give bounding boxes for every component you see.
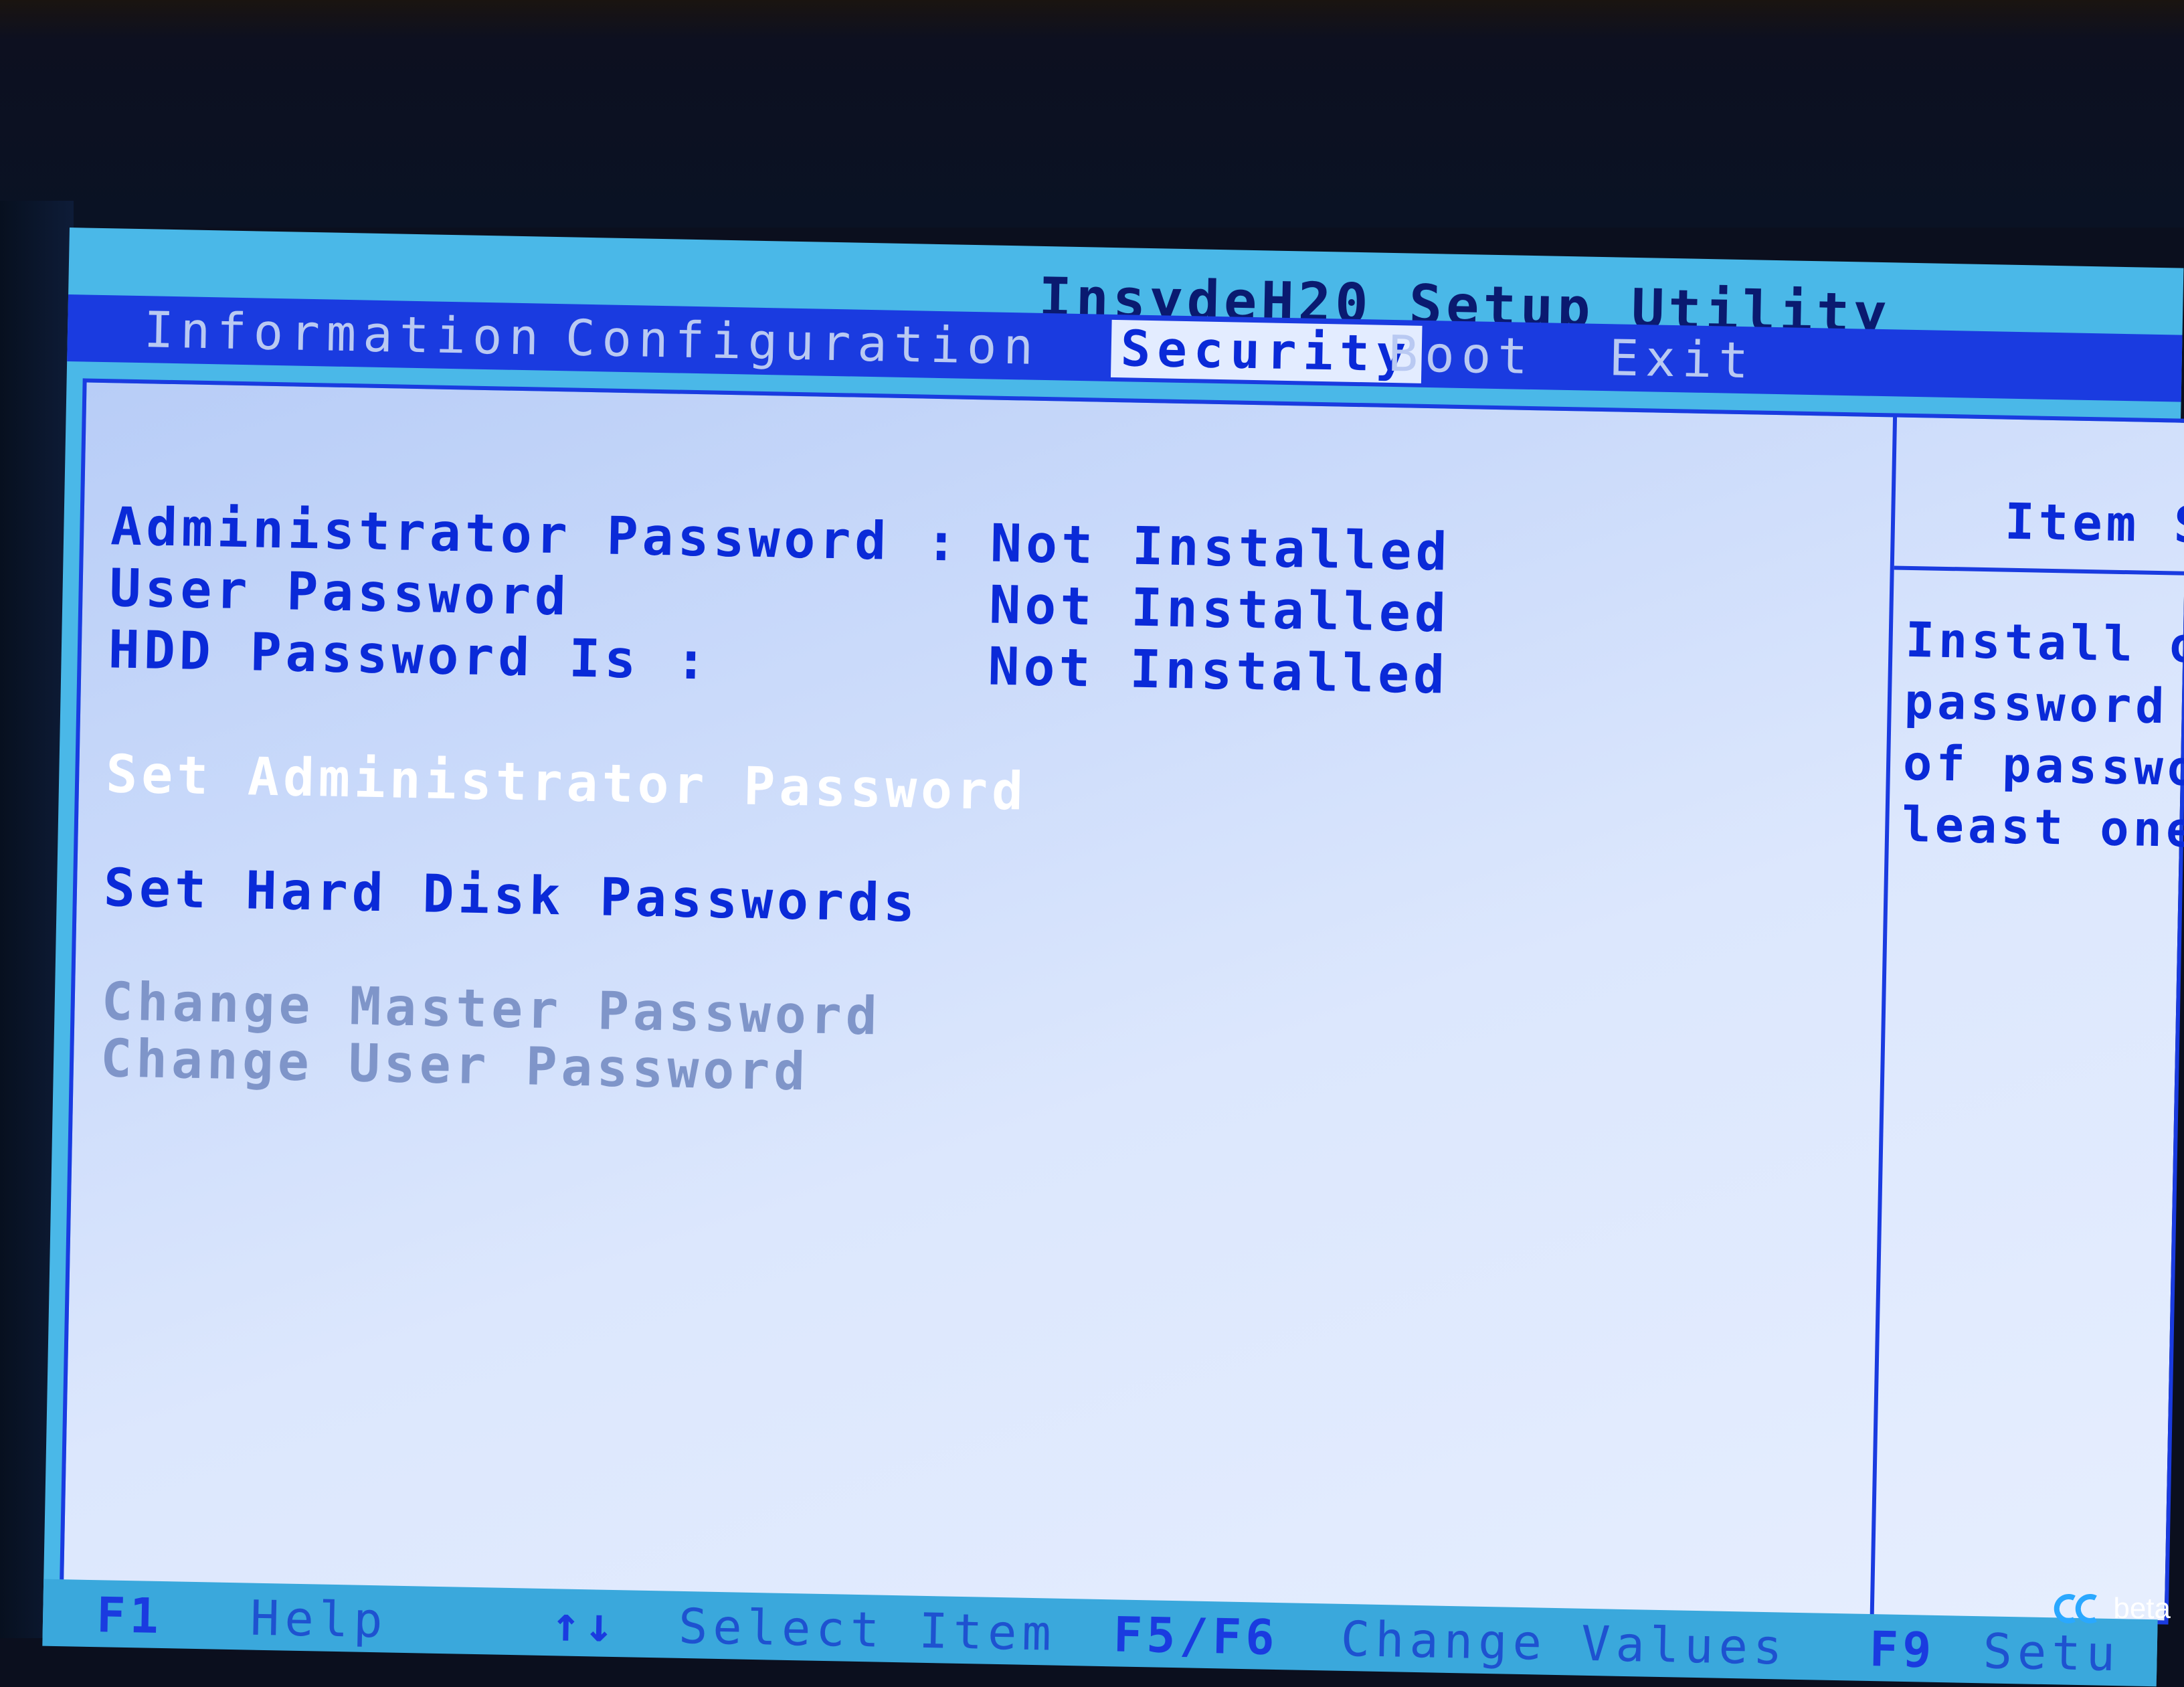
admin-password-value: Not Installed xyxy=(990,513,1452,583)
monitor-bezel-top xyxy=(0,0,2184,228)
hdd-password-value: Not Installed xyxy=(987,636,1449,706)
key-f9: F9 xyxy=(1868,1621,1936,1678)
help-panel-divider xyxy=(1870,417,1898,1615)
set-hard-disk-passwords-item[interactable]: Set Hard Disk Passwords xyxy=(103,858,919,934)
help-line: Install o xyxy=(1904,611,2184,674)
key-f1-desc: Help xyxy=(250,1589,389,1649)
key-arrows: ↑↓ xyxy=(551,1595,618,1654)
item-help-title: Item S xyxy=(2004,493,2184,555)
watermark: beta xyxy=(2052,1589,2171,1629)
tab-security[interactable]: Security xyxy=(1110,319,1423,383)
bios-screen: InsydeH20 Setup Utility Information Conf… xyxy=(42,228,2184,1687)
tab-exit[interactable]: Exit xyxy=(1599,329,1765,390)
key-f9-desc: Setu xyxy=(1982,1623,2121,1682)
user-password-value: Not Installed xyxy=(988,575,1451,644)
help-line: password xyxy=(1904,673,2169,735)
security-panel: Administrator Password : Not Installed U… xyxy=(60,378,2184,1625)
watermark-text: beta xyxy=(2113,1592,2171,1625)
cc-logo-icon xyxy=(2054,1594,2098,1623)
help-line: least one xyxy=(1901,796,2184,859)
help-header-divider xyxy=(1894,565,2184,575)
hdd-password-label: HDD Password Is : xyxy=(108,620,711,692)
user-password-label: User Password xyxy=(108,558,571,628)
tab-boot[interactable]: Boot xyxy=(1378,325,1544,386)
tab-information[interactable]: Information xyxy=(134,301,555,367)
key-f5-f6-desc: Change Values xyxy=(1340,1610,1789,1676)
set-admin-password-item[interactable]: Set Administrator Password xyxy=(105,744,1027,822)
tab-configuration[interactable]: Configuration xyxy=(555,309,1050,376)
change-user-password-item[interactable]: Change User Password xyxy=(100,1029,810,1102)
key-arrows-desc: Select Item xyxy=(678,1597,1057,1662)
key-f1: F1 xyxy=(96,1587,163,1645)
help-line: of passwo xyxy=(1902,734,2184,797)
key-f5-f6: F5/F6 xyxy=(1113,1606,1279,1666)
